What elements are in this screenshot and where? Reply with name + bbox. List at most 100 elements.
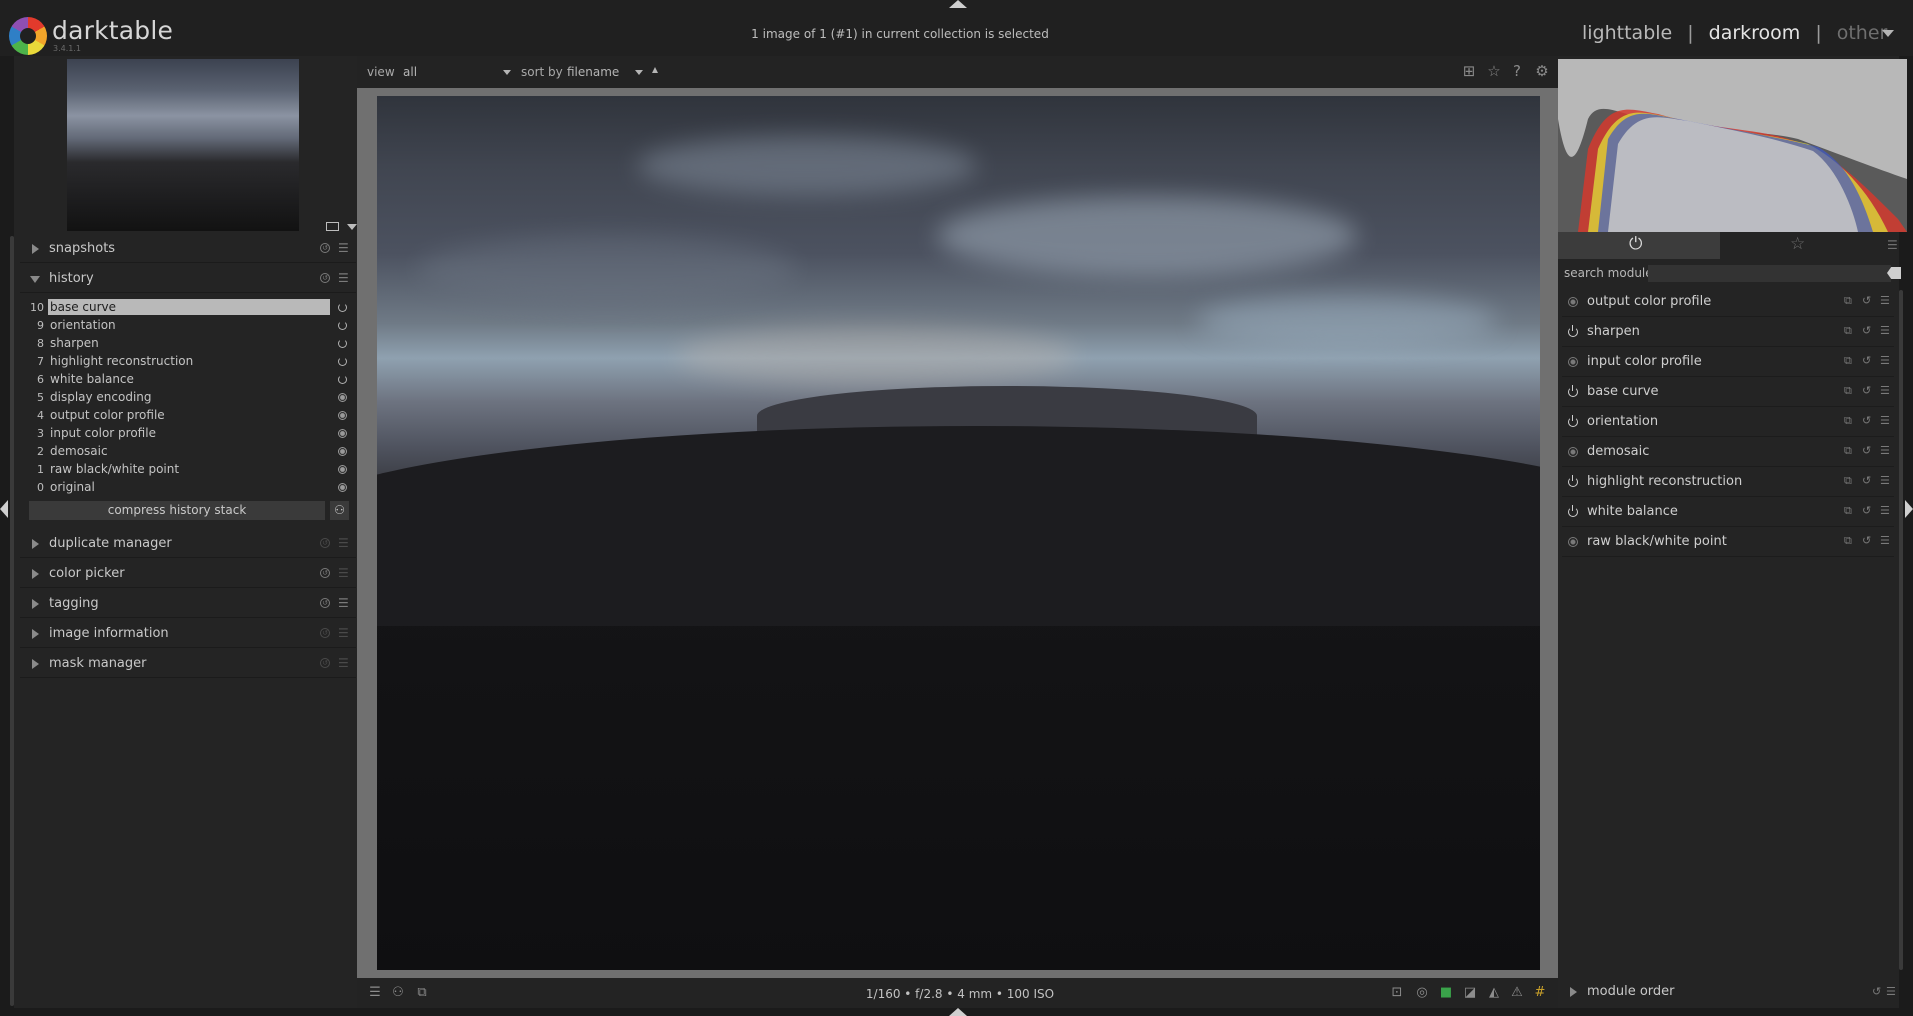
presets-icon[interactable]: ☰ xyxy=(338,537,349,549)
view-other-link[interactable]: other xyxy=(1837,22,1888,44)
multi-instance-icon[interactable]: ⧉ xyxy=(1844,504,1852,518)
history-item[interactable]: 2 demosaic xyxy=(20,443,356,461)
module-history[interactable]: history ↺ ☰ xyxy=(20,264,356,293)
reset-icon[interactable]: ↺ xyxy=(320,628,330,638)
guides-icon[interactable]: # xyxy=(1531,984,1549,1002)
multi-instance-icon[interactable]: ⧉ xyxy=(1844,384,1852,398)
multi-instance-icon[interactable]: ⧉ xyxy=(1844,414,1852,428)
clipping-indicator-icon[interactable]: ◪ xyxy=(1461,984,1479,1002)
module-raw-black-white-point[interactable]: raw black/white point ⧉ ↺ ☰ xyxy=(1562,528,1894,557)
presets-icon[interactable]: ☰ xyxy=(338,272,349,284)
history-item[interactable]: 9 orientation xyxy=(20,317,356,335)
presets-icon[interactable]: ☰ xyxy=(338,627,349,639)
raw-overexposed-icon[interactable]: ⊡ xyxy=(1388,984,1406,1002)
reset-icon[interactable]: ↺ xyxy=(1862,414,1871,427)
reset-icon[interactable]: ↺ xyxy=(1862,504,1871,517)
compress-history-button[interactable]: compress history stack xyxy=(29,501,325,520)
module-duplicate-manager[interactable]: duplicate manager ↺ ☰ xyxy=(20,529,356,558)
module-image-information[interactable]: image information ↺ ☰ xyxy=(20,619,356,648)
create-style-icon[interactable]: ⚇ xyxy=(330,501,349,520)
multi-instance-icon[interactable]: ⧉ xyxy=(1844,324,1852,338)
search-module-input[interactable] xyxy=(1648,265,1891,282)
right-panel-scrollbar[interactable] xyxy=(1899,290,1903,970)
styles-icon[interactable]: ⚇ xyxy=(389,984,407,1002)
collapse-bottom-panel-arrow-icon[interactable] xyxy=(949,1008,967,1016)
reset-icon[interactable]: ↺ xyxy=(320,568,330,578)
presets-icon[interactable]: ☰ xyxy=(1880,534,1890,547)
reset-icon[interactable]: ↺ xyxy=(320,598,330,608)
multi-instance-icon[interactable]: ⧉ xyxy=(1844,294,1852,308)
sort-order-icon[interactable] xyxy=(652,67,658,73)
presets-icon[interactable]: ☰ xyxy=(1880,504,1890,517)
collapse-right-panel-arrow-icon[interactable] xyxy=(1905,500,1913,518)
sort-dropdown-icon[interactable] xyxy=(635,70,643,75)
reset-icon[interactable]: ↺ xyxy=(1862,474,1871,487)
presets-icon[interactable]: ☰ xyxy=(1880,324,1890,337)
quick-access-presets-icon[interactable]: ☰ xyxy=(366,984,384,1002)
module-order[interactable]: module order ↺ ☰ xyxy=(1562,980,1896,1004)
module-snapshots[interactable]: snapshots ↺ ☰ xyxy=(20,234,356,263)
presets-icon[interactable]: ☰ xyxy=(1880,474,1890,487)
zoom-dropdown-icon[interactable] xyxy=(347,224,357,230)
reset-icon[interactable]: ↺ xyxy=(320,658,330,668)
history-item[interactable]: 0 original xyxy=(20,479,356,497)
presets-icon[interactable]: ☰ xyxy=(338,567,349,579)
history-item[interactable]: 7 highlight reconstruction xyxy=(20,353,356,371)
histogram[interactable] xyxy=(1558,59,1907,232)
reset-icon[interactable]: ↺ xyxy=(1872,985,1881,998)
module-input-color-profile[interactable]: input color profile ⧉ ↺ ☰ xyxy=(1562,348,1894,377)
reset-icon[interactable]: ↺ xyxy=(1862,444,1871,457)
color-assessment-icon[interactable]: ■ xyxy=(1437,984,1455,1002)
reset-icon[interactable]: ↺ xyxy=(320,243,330,253)
presets-icon[interactable]: ☰ xyxy=(338,597,349,609)
module-output-color-profile[interactable]: output color profile ⧉ ↺ ☰ xyxy=(1562,288,1894,317)
help-icon[interactable]: ? xyxy=(1508,62,1526,80)
presets-icon[interactable]: ☰ xyxy=(1880,294,1890,307)
module-groups-menu-icon[interactable]: ☰ xyxy=(1887,238,1898,252)
multi-instance-icon[interactable]: ⧉ xyxy=(1844,354,1852,368)
history-item[interactable]: 5 display encoding xyxy=(20,389,356,407)
module-orientation[interactable]: orientation ⧉ ↺ ☰ xyxy=(1562,408,1894,437)
module-highlight-reconstruction[interactable]: highlight reconstruction ⧉ ↺ ☰ xyxy=(1562,468,1894,497)
multi-instance-icon[interactable]: ⧉ xyxy=(1844,534,1852,548)
reset-icon[interactable]: ↺ xyxy=(1862,534,1871,547)
history-item[interactable]: 3 input color profile xyxy=(20,425,356,443)
presets-icon[interactable]: ☰ xyxy=(338,657,349,669)
softproof-icon[interactable]: ◭ xyxy=(1485,984,1503,1002)
view-filter-dropdown-icon[interactable] xyxy=(503,70,511,75)
edited-photo[interactable] xyxy=(377,96,1540,970)
preferences-gear-icon[interactable]: ⚙ xyxy=(1533,62,1551,80)
star-overlay-icon[interactable]: ☆ xyxy=(1485,62,1503,80)
view-filter-select[interactable]: all xyxy=(403,65,417,79)
reset-icon[interactable]: ↺ xyxy=(320,273,330,283)
reset-icon[interactable]: ↺ xyxy=(1862,354,1871,367)
history-item[interactable]: 10 base curve xyxy=(20,299,356,317)
module-color-picker[interactable]: color picker ↺ ☰ xyxy=(20,559,356,588)
module-base-curve[interactable]: base curve ⧉ ↺ ☰ xyxy=(1562,378,1894,407)
power-icon[interactable] xyxy=(1568,325,1578,337)
power-icon[interactable] xyxy=(1568,415,1578,427)
collapse-left-panel-arrow-icon[interactable] xyxy=(0,500,8,518)
second-window-icon[interactable]: ⧉ xyxy=(413,984,431,1002)
reset-icon[interactable]: ↺ xyxy=(320,538,330,548)
presets-icon[interactable]: ☰ xyxy=(338,242,349,254)
multi-instance-icon[interactable]: ⧉ xyxy=(1844,444,1852,458)
history-item[interactable]: 1 raw black/white point xyxy=(20,461,356,479)
views-dropdown-icon[interactable] xyxy=(1882,30,1894,37)
module-white-balance[interactable]: white balance ⧉ ↺ ☰ xyxy=(1562,498,1894,527)
sort-select[interactable]: filename xyxy=(567,65,619,79)
star-icon[interactable]: ☆ xyxy=(1790,234,1805,254)
power-icon[interactable] xyxy=(1568,385,1578,397)
gamut-check-icon[interactable]: ⚠ xyxy=(1508,984,1526,1002)
history-item[interactable]: 8 sharpen xyxy=(20,335,356,353)
module-mask-manager[interactable]: mask manager ↺ ☰ xyxy=(20,649,356,678)
presets-icon[interactable]: ☰ xyxy=(1880,354,1890,367)
grouping-icon[interactable]: ⊞ xyxy=(1460,62,1478,80)
presets-icon[interactable]: ☰ xyxy=(1880,444,1890,457)
reset-icon[interactable]: ↺ xyxy=(1862,384,1871,397)
power-icon[interactable] xyxy=(1568,475,1578,487)
fit-zoom-icon[interactable] xyxy=(326,222,339,231)
presets-icon[interactable]: ☰ xyxy=(1880,414,1890,427)
reset-icon[interactable]: ↺ xyxy=(1862,324,1871,337)
collapse-top-panel-arrow-icon[interactable] xyxy=(949,0,967,8)
